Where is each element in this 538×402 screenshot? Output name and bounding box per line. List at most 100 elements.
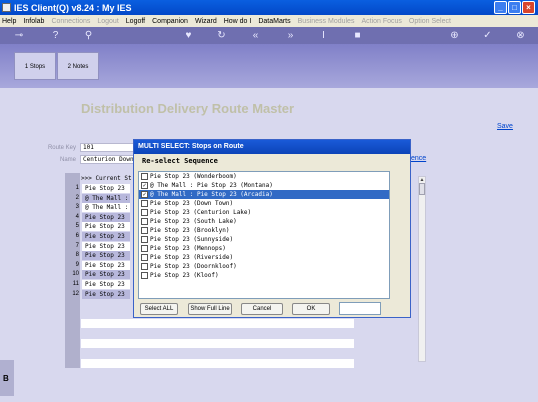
list-item[interactable]: Pie Stop 23 (Sunnyside) (139, 235, 389, 244)
row-cell[interactable]: Pie Stop 23 (82, 289, 130, 299)
list-item[interactable]: Pie Stop 23 (Riverside) (139, 253, 389, 262)
row-cell[interactable]: Pie Stop 23 (82, 222, 130, 232)
row-number: 4 (75, 213, 79, 220)
text-cursor-icon[interactable]: I (318, 30, 329, 41)
menu-action-focus[interactable]: Action Focus (361, 18, 401, 25)
cancel-button[interactable]: Cancel (241, 303, 283, 315)
item-checkbox[interactable] (141, 209, 148, 216)
item-checkbox[interactable] (141, 173, 148, 180)
fast-forward-icon[interactable]: » (285, 30, 296, 41)
toolbar: ⊸ ? ⚲ ♥ ↻ « » I ■ ⊕ ✓ ⊗ (0, 27, 538, 44)
dialog-input[interactable] (339, 302, 381, 315)
list-item[interactable]: Pie Stop 23 (Centurion Lake) (139, 208, 389, 217)
item-checkbox[interactable] (141, 263, 148, 270)
list-item[interactable]: Pie Stop 23 (Doornkloof) (139, 262, 389, 271)
menu-wizard[interactable]: Wizard (195, 18, 217, 25)
multi-select-dialog: MULTI SELECT: Stops on Route Re-select S… (133, 139, 411, 318)
cancel-icon[interactable]: ⊗ (515, 30, 526, 41)
check-icon[interactable]: ✓ (482, 30, 493, 41)
help-icon[interactable]: ? (50, 30, 61, 41)
list-item[interactable]: Pie Stop 23 (Down Town) (139, 199, 389, 208)
grid-scrollbar[interactable]: ▲ (418, 176, 426, 362)
maximize-icon[interactable]: □ (508, 1, 521, 14)
dialog-subtitle: Re-select Sequence (142, 157, 218, 165)
title-bar: IES Client(Q) v8.24 : My IES _ □ × (0, 0, 538, 15)
row-cell[interactable]: @ The Mall : (82, 193, 130, 203)
menu-logoff[interactable]: Logoff (126, 18, 145, 25)
tab-notes[interactable]: 2 Notes (57, 52, 99, 80)
name-label: Name (59, 157, 76, 163)
list-item[interactable]: Pie Stop 23 (Brooklyn) (139, 226, 389, 235)
dialog-title: MULTI SELECT: Stops on Route (134, 140, 410, 154)
name-field[interactable]: Centurion Down (80, 155, 140, 164)
select-all-button[interactable]: Select ALL (140, 303, 178, 315)
menu-companion[interactable]: Companion (152, 18, 188, 25)
list-item[interactable]: ✓ @ The Mall : Pie Stop 23 (Arcadia) (139, 190, 389, 199)
menu-infolab[interactable]: Infolab (23, 18, 44, 25)
item-label: Pie Stop 23 (South Lake) (150, 218, 237, 225)
heart-icon[interactable]: ♥ (183, 30, 194, 41)
item-checkbox[interactable] (141, 272, 148, 279)
search-icon[interactable]: ⚲ (83, 30, 94, 41)
row-cell[interactable]: Pie Stop 23 (82, 280, 130, 289)
item-checkbox[interactable] (141, 218, 148, 225)
item-label: Pie Stop 23 (Sunnyside) (150, 236, 234, 243)
left-side-panel: B (0, 360, 14, 396)
menu-business-modules[interactable]: Business Modules (298, 18, 355, 25)
item-checkbox[interactable] (141, 236, 148, 243)
save-link[interactable]: Save (497, 123, 513, 130)
item-checkbox[interactable] (141, 200, 148, 207)
list-item[interactable]: Pie Stop 23 (Mennops) (139, 244, 389, 253)
item-checkbox[interactable]: ✓ (141, 191, 148, 198)
tab-strip: 1 Stops 2 Notes (0, 44, 538, 88)
grid-header: >>> Current St (81, 175, 132, 182)
resequence-link[interactable]: ence (411, 155, 426, 162)
list-item[interactable]: Pie Stop 23 (Wonderboom) (139, 172, 389, 181)
key-icon[interactable]: ⊸ (10, 30, 28, 41)
tab-stops[interactable]: 1 Stops (14, 52, 56, 80)
row-number: 7 (75, 242, 79, 249)
close-icon[interactable]: × (522, 1, 535, 14)
menu-connections[interactable]: Connections (51, 18, 90, 25)
item-label: Pie Stop 23 (Down Town) (150, 200, 234, 207)
list-item[interactable]: Pie Stop 23 (South Lake) (139, 217, 389, 226)
menu-how-do-i[interactable]: How do I (224, 18, 252, 25)
empty-row (81, 329, 354, 338)
left-panel-label: B (3, 374, 9, 383)
scroll-thumb[interactable] (419, 183, 425, 195)
menu-option-select[interactable]: Option Select (409, 18, 451, 25)
item-checkbox[interactable] (141, 245, 148, 252)
row-cell[interactable]: Pie Stop 23 (82, 241, 130, 251)
menu-logout[interactable]: Logout (97, 18, 118, 25)
item-checkbox[interactable] (141, 227, 148, 234)
list-item[interactable]: Pie Stop 23 (Kloof) (139, 271, 389, 280)
add-icon[interactable]: ⊕ (449, 30, 460, 41)
minimize-icon[interactable]: _ (494, 1, 507, 14)
menu-help[interactable]: Help (2, 18, 16, 25)
row-number: 10 (72, 271, 79, 278)
item-checkbox[interactable] (141, 254, 148, 261)
rewind-icon[interactable]: « (250, 30, 261, 41)
row-cell[interactable]: Pie Stop 23 (82, 251, 130, 261)
stops-listbox[interactable]: Pie Stop 23 (Wonderboom) ✓ @ The Mall : Pi… (138, 171, 390, 299)
row-cell[interactable]: Pie Stop 23 (82, 270, 130, 280)
row-number: 1 (75, 185, 79, 191)
item-checkbox[interactable]: ✓ (141, 182, 148, 189)
row-number: 5 (75, 223, 79, 230)
row-cell[interactable]: Pie Stop 23 (82, 184, 130, 193)
row-cell[interactable]: @ The Mall : (82, 203, 130, 213)
ok-button[interactable]: OK (292, 303, 330, 315)
menu-datamarts[interactable]: DataMarts (258, 18, 290, 25)
stop-icon[interactable]: ■ (352, 30, 363, 41)
row-cell[interactable]: Pie Stop 23 (82, 260, 130, 270)
row-number: 8 (75, 252, 79, 259)
empty-row (81, 349, 354, 358)
item-label: @ The Mall : Pie Stop 23 (Arcadia) (150, 191, 273, 198)
show-full-line-button[interactable]: Show Full Line (188, 303, 232, 315)
row-cell[interactable]: Pie Stop 23 (82, 212, 130, 222)
list-item[interactable]: ✓ @ The Mall : Pie Stop 23 (Montana) (139, 181, 389, 190)
row-cell[interactable]: Pie Stop 23 (82, 232, 130, 241)
empty-row (81, 359, 354, 368)
route-key-field[interactable]: 101 (80, 143, 140, 152)
refresh-icon[interactable]: ↻ (216, 30, 227, 41)
